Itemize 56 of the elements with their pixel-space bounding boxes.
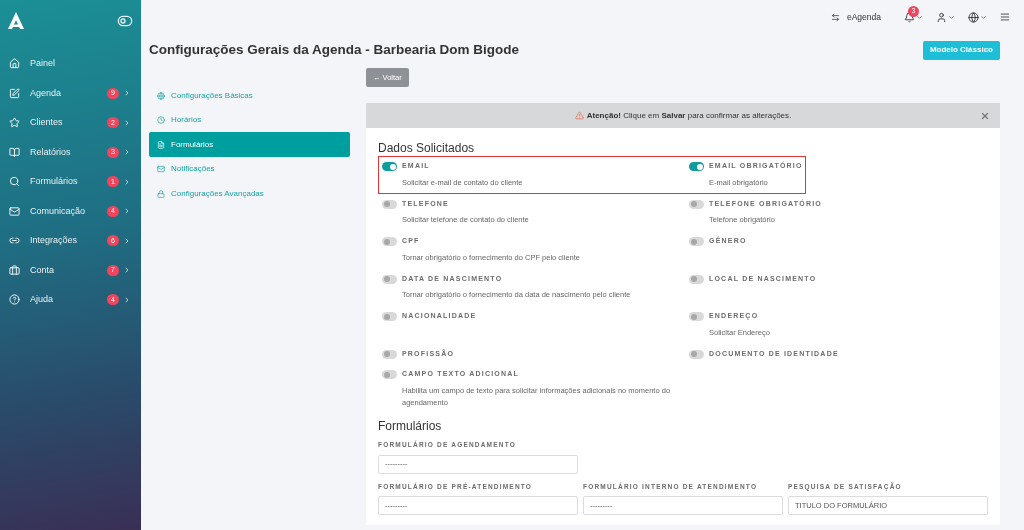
toggle-switch[interactable]	[382, 237, 397, 246]
document-icon	[157, 140, 165, 149]
app-switch-link[interactable]: eAgenda	[846, 10, 881, 24]
settings-tab[interactable]: Configurações Avançadas	[149, 181, 350, 206]
chevron-right-icon	[123, 89, 131, 98]
chevron-right-icon	[123, 295, 131, 304]
envelope-icon	[9, 205, 20, 217]
envelope-icon	[157, 165, 165, 173]
globe-icon	[157, 91, 165, 100]
toggle-switch[interactable]	[689, 312, 704, 321]
sidebar-item[interactable]: Painel	[0, 49, 141, 79]
globe-icon[interactable]	[968, 11, 979, 23]
toggle-switch[interactable]	[382, 349, 397, 359]
search-icon	[9, 176, 20, 188]
logo-icon[interactable]	[8, 12, 24, 29]
section-title: Formulários	[378, 419, 443, 432]
toggle-switch[interactable]	[382, 162, 397, 171]
swap-icon[interactable]	[830, 12, 840, 22]
caret-icon	[916, 13, 923, 21]
user-icon[interactable]	[936, 11, 947, 23]
chevron-right-icon	[123, 177, 131, 186]
chevron-right-icon	[123, 207, 131, 216]
toggle-switch[interactable]	[689, 162, 704, 171]
toggle-switch[interactable]	[382, 199, 397, 209]
page-title: Configurações Gerais da Agenda - Barbearia Dom Bigode	[149, 41, 520, 59]
section-title: Dados Solicitados	[378, 142, 476, 155]
settings-tab[interactable]: Horários	[149, 107, 350, 133]
caret-icon	[980, 13, 987, 21]
close-icon[interactable]	[980, 110, 990, 121]
chevron-right-icon	[123, 236, 131, 245]
toggle-switch[interactable]	[689, 199, 704, 209]
toggle-switch[interactable]	[382, 274, 397, 284]
alert-message: Atenção! Clique em Salvar para confirmar as alterações.	[586, 109, 792, 122]
chevron-right-icon	[123, 118, 131, 127]
book-icon	[9, 146, 20, 158]
toggle-switch[interactable]	[382, 312, 397, 321]
clock-icon	[157, 116, 165, 124]
house-icon	[9, 58, 20, 70]
pencil-square-icon	[9, 87, 20, 99]
settings-tab[interactable]: Formulários	[149, 132, 350, 157]
settings-tab[interactable]: Notificações	[149, 156, 350, 182]
toggle-switch[interactable]	[382, 370, 397, 379]
toggle-switch[interactable]	[689, 349, 704, 359]
toggle-switch[interactable]	[689, 274, 704, 284]
briefcase-icon	[9, 264, 20, 276]
chevron-right-icon	[123, 266, 131, 275]
lock-icon	[157, 189, 165, 198]
star-icon	[9, 117, 20, 129]
settings-tab[interactable]: Configurações Básicas	[149, 83, 350, 108]
help-icon	[9, 294, 20, 306]
caret-icon	[948, 13, 955, 21]
chevron-right-icon	[123, 148, 131, 157]
bell-icon[interactable]	[904, 11, 915, 23]
menu-icon[interactable]	[1000, 12, 1010, 22]
toggle-switch[interactable]	[689, 237, 704, 246]
warning-icon	[574, 111, 584, 121]
